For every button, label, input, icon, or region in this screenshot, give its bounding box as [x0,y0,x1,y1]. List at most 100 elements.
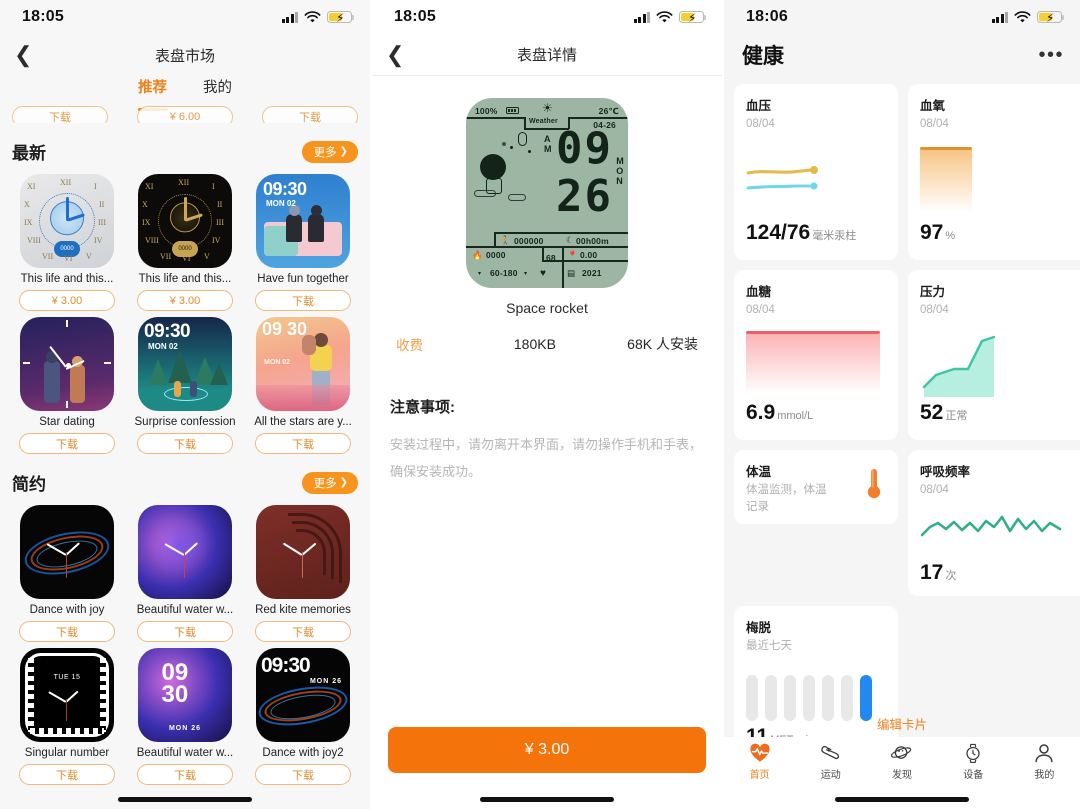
watchface-action[interactable]: 下载 [255,764,351,785]
card-title: 梅脱 [746,621,772,635]
clipped-action-0[interactable]: 下载 [12,106,108,123]
watchface-thumb[interactable] [138,505,232,599]
preview-distance: 0.00 [580,250,598,260]
watchface-action[interactable]: 下载 [255,433,351,454]
card-date: 体温监测，体温 记录 [746,484,827,513]
watchface-thumb[interactable]: 09 30 MON 02 [256,317,350,411]
bp-chart [746,139,886,217]
card-title: 压力 [920,285,946,299]
card-unit: mmol/L [777,409,814,422]
preview-wrap: 100% ☀ Weather 26℃ 04-26 A M 09 26 M O N… [372,98,722,288]
calendar-icon: ▤ [567,268,576,278]
watchface-item[interactable]: 09:30 MON 26 Dance with joy2 下载 [244,648,362,785]
watchface-thumb[interactable]: 0000 XI XII I X II IX III VIII IV VII VI [138,174,232,268]
watchface-item[interactable]: Dance with joy 下载 [8,505,126,642]
notice-title: 注意事项: [390,399,455,416]
watchface-name: Have fun together [257,273,349,285]
preview-ampm: A M [544,134,552,154]
watchface-preview: 100% ☀ Weather 26℃ 04-26 A M 09 26 M O N… [466,98,628,288]
card-value-row: 6.9 mmol/L [746,401,886,425]
more-button-latest[interactable]: 更多 ❯ [301,140,358,163]
watchface-action[interactable]: 下载 [255,290,351,311]
watchface-item[interactable]: 09:30 MON 02 Surprise confession 下载 [126,317,244,454]
watchface-name: This life and this... [138,273,232,285]
watchface-thumb[interactable] [20,317,114,411]
status-icons: ⚡ [991,10,1065,24]
watchface-item[interactable]: 0000 XI XII I X II IX III VIII IV VII VI [8,174,126,311]
watchface-action[interactable]: 下载 [255,621,351,642]
watchface-thumb[interactable] [256,505,350,599]
card-date: 08/04 [746,304,775,316]
watchface-item[interactable]: TUE 15 Singular number 下载 [8,648,126,785]
watchface-thumb[interactable]: 09:30 MON 02 [138,317,232,411]
more-button-simple[interactable]: 更多 ❯ [301,471,358,494]
watchface-thumb[interactable]: 0000 XI XII I X II IX III VIII IV VII VI [20,174,114,268]
watchface-thumb[interactable]: 09:30 MON 02 [256,174,350,268]
install-count: 68K 人安装 [627,336,698,352]
preview-steps: 000000 [514,236,544,246]
watchface-item[interactable]: Star dating 下载 [8,317,126,454]
watchface-action[interactable]: 下载 [137,764,233,785]
watchface-thumb[interactable]: 09:30 MON 26 [256,648,350,742]
tab-device[interactable]: 设备 [938,743,1009,781]
card-unit: % [945,229,956,242]
card-unit: 毫米汞柱 [812,229,857,242]
tab-recommend[interactable]: 推荐 [138,76,167,106]
ellipsis-icon[interactable]: ••• [1038,44,1064,67]
tab-sport[interactable]: 运动 [795,743,866,781]
edit-cards-wrap: 编辑卡片 [724,706,1080,737]
card-title: 血氧 [920,99,946,113]
preview-hr-value: 68 [546,253,556,263]
tab-mine[interactable]: 我的 [1009,743,1080,781]
market-scroll-area[interactable]: 下载 ¥ 6.00 下载 最新 更多 ❯ 0000 XI XII I X II … [0,106,370,809]
thumb-date: TUE 15 [53,674,81,681]
watchface-item[interactable]: Red kite memories 下载 [244,505,362,642]
watchface-item[interactable]: 09 30 MON 26 Beautiful water w... 下载 [126,648,244,785]
preview-hour: 09 [556,123,613,174]
watchface-name: All the stars are y... [254,416,352,428]
back-button[interactable]: ❮ [386,43,412,66]
watchface-action[interactable]: 下载 [137,621,233,642]
health-card-glucose[interactable]: 血糖 08/04 6.9 mmol/L [734,270,898,440]
watchface-action[interactable]: 下载 [19,621,115,642]
edit-cards-link[interactable]: 编辑卡片 [724,706,1080,737]
watchface-thumb[interactable]: 09 30 MON 26 [138,648,232,742]
file-size: 180KB [513,336,556,352]
page-title: 表盘市场 [154,47,215,65]
health-card-grid: 血压 08/04 124/76 毫米汞柱 血氧 08/04 97 % 血糖 08… [724,84,1080,758]
tab-mine[interactable]: 我的 [203,76,232,106]
home-indicator [118,797,252,802]
price-tag: 收费 [396,338,423,353]
status-icons: ⚡ [633,10,707,24]
watchface-item[interactable]: 09 30 MON 02 All the stars are y... 下载 [244,317,362,454]
clipped-action-2[interactable]: 下载 [262,106,358,123]
thumb-date: MON 02 [266,199,296,208]
buy-button[interactable]: ¥ 3.00 [388,727,706,773]
watchface-thumb[interactable] [20,505,114,599]
preview-battery: 100% [475,106,498,116]
watchface-item[interactable]: 0000 XI XII I X II IX III VIII IV VII VI [126,174,244,311]
watchface-name: Beautiful water w... [136,604,234,616]
back-button[interactable]: ❮ [14,44,40,66]
watchface-action[interactable]: 下载 [19,433,115,454]
tab-discover[interactable]: 发现 [866,743,937,781]
health-card-blood-pressure[interactable]: 血压 08/04 124/76 毫米汞柱 [734,84,898,260]
thumb-date: MON 26 [309,678,342,685]
chevron-right-icon: ❯ [339,477,348,488]
health-card-spo2[interactable]: 血氧 08/04 97 % [908,84,1080,260]
clipped-action-1[interactable]: ¥ 6.00 [137,106,233,123]
watchface-thumb[interactable]: TUE 15 [20,648,114,742]
health-card-respiratory[interactable]: 呼吸频率 08/04 17 次 [908,450,1080,596]
watchface-item[interactable]: Beautiful water w... 下载 [126,505,244,642]
health-card-stress[interactable]: 压力 08/04 52 正常 [908,270,1080,440]
card-value: 17 [920,560,944,584]
watchface-action[interactable]: ¥ 3.00 [19,290,115,311]
health-card-temperature[interactable]: 体温 体温监测，体温 记录 [734,450,898,524]
watchface-action[interactable]: ¥ 3.00 [137,290,233,311]
tab-home[interactable]: 首页 [724,743,795,781]
watchface-action[interactable]: 下载 [19,764,115,785]
watchface-action[interactable]: 下载 [137,433,233,454]
watchface-item[interactable]: 09:30 MON 02 Have fun together 下载 [244,174,362,311]
card-date: 08/04 [920,304,949,316]
card-value-row: 17 次 [920,561,1080,585]
